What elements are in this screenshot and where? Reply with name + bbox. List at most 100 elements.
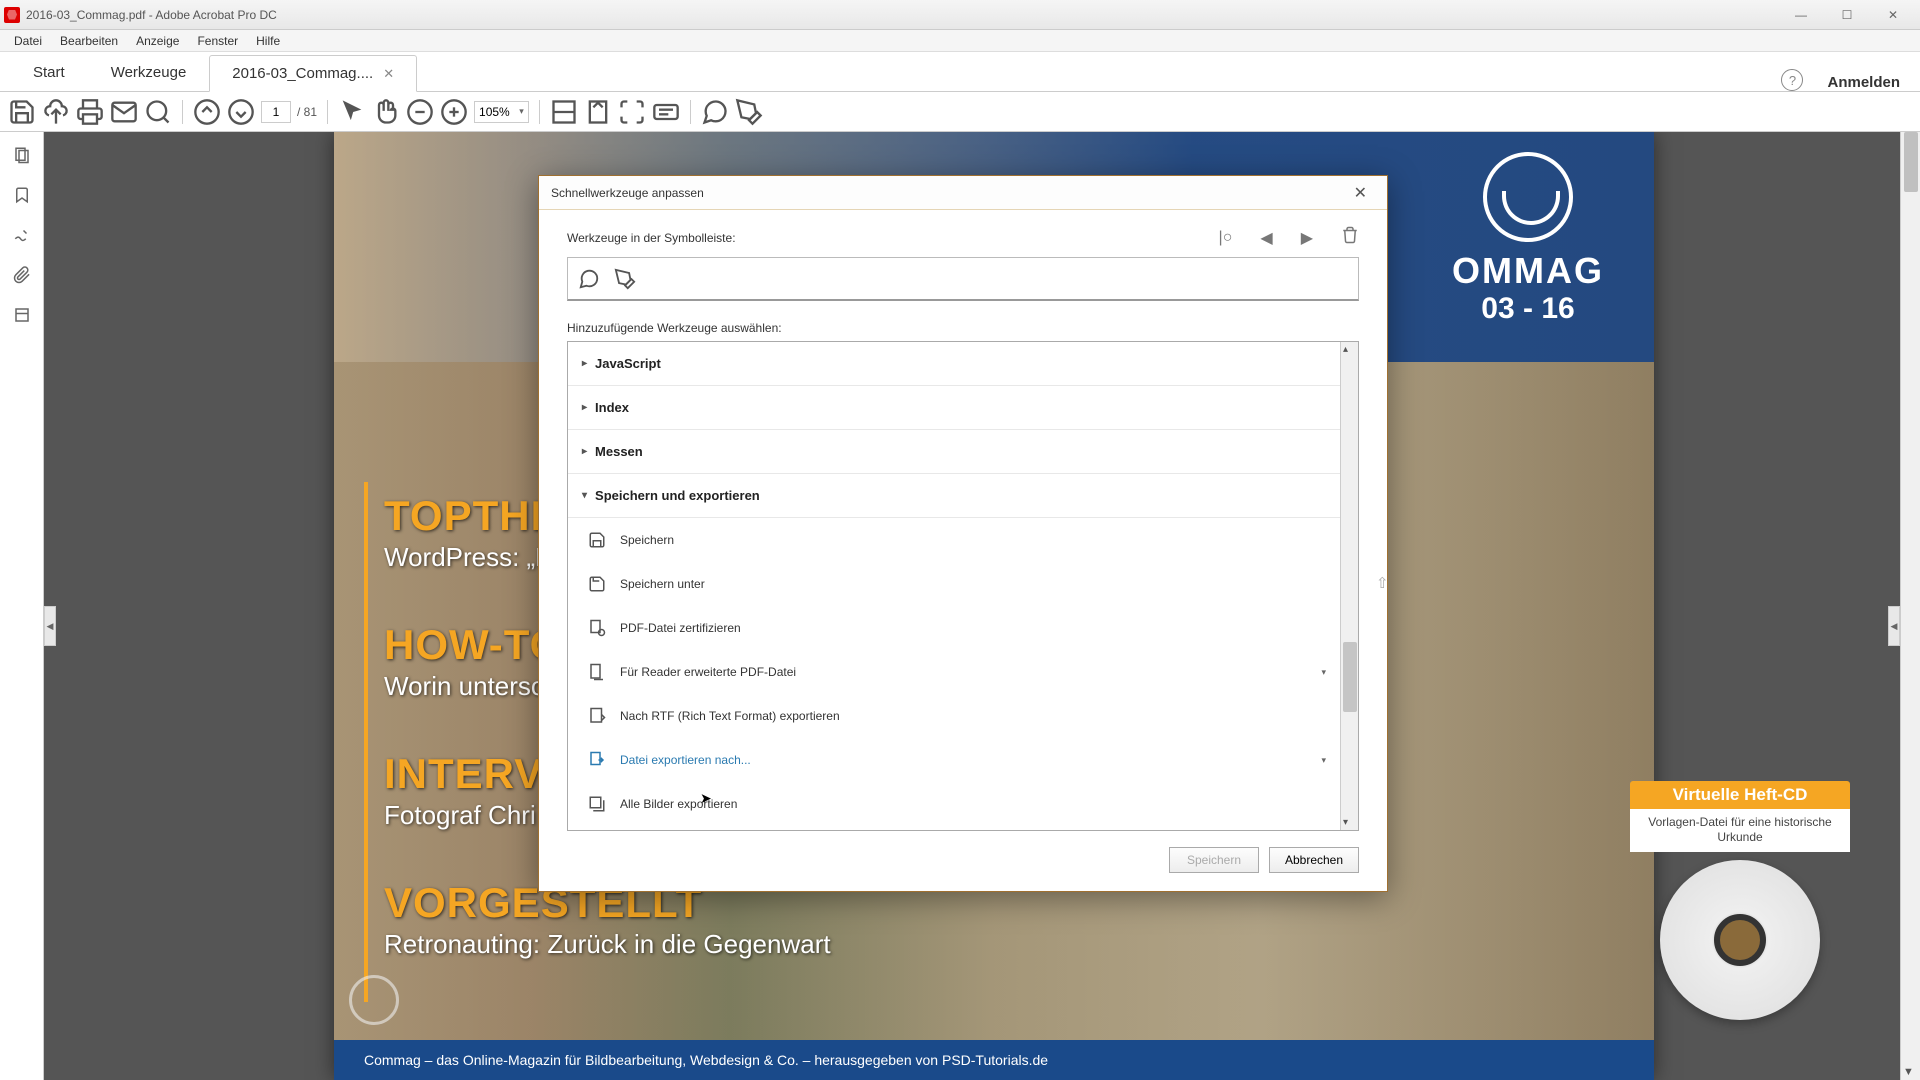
menu-hilfe[interactable]: Hilfe — [248, 32, 288, 50]
page-number-input[interactable] — [261, 101, 291, 123]
add-tools-label: Hinzuzufügende Werkzeuge auswählen: — [567, 321, 1359, 335]
menu-fenster[interactable]: Fenster — [189, 32, 246, 50]
scroll-thumb[interactable] — [1904, 132, 1918, 192]
cloud-icon[interactable] — [42, 98, 70, 126]
left-nav-rail — [0, 132, 44, 1080]
scroll-down-icon[interactable]: ▾ — [1343, 817, 1348, 828]
maximize-button[interactable]: ☐ — [1824, 0, 1870, 30]
highlight-icon[interactable] — [735, 98, 763, 126]
layers-icon[interactable] — [13, 306, 31, 324]
hand-tool-icon[interactable] — [372, 98, 400, 126]
minimize-button[interactable]: — — [1778, 0, 1824, 30]
save-button[interactable]: Speichern — [1169, 847, 1259, 873]
save-icon[interactable] — [8, 98, 36, 126]
toolbar-tools-label: Werkzeuge in der Symbolleiste: — [567, 231, 736, 245]
scroll-up-icon[interactable]: ▴ — [1343, 344, 1348, 355]
logo-icon — [1483, 152, 1573, 242]
cancel-button[interactable]: Abbrechen — [1269, 847, 1359, 873]
menu-datei[interactable]: Datei — [6, 32, 50, 50]
item-rtf-export[interactable]: Nach RTF (Rich Text Format) exportieren — [568, 694, 1340, 738]
tab-start[interactable]: Start — [10, 54, 88, 91]
signatures-icon[interactable] — [13, 226, 31, 244]
fit-page-icon[interactable] — [584, 98, 612, 126]
menu-bearbeiten[interactable]: Bearbeiten — [52, 32, 126, 50]
thumbnails-icon[interactable] — [13, 146, 31, 164]
vertical-scrollbar[interactable]: ▲ ▼ — [1900, 132, 1920, 1080]
delete-icon[interactable] — [1341, 226, 1359, 249]
signin-link[interactable]: Anmelden — [1817, 74, 1910, 91]
cd-disc-icon — [1660, 860, 1820, 1020]
item-reader-erweitert[interactable]: Für Reader erweiterte PDF-Datei ▾ — [568, 650, 1340, 694]
item-pdf-zertifizieren[interactable]: PDF-Datei zertifizieren — [568, 606, 1340, 650]
chevron-down-icon: ▾ — [582, 490, 587, 501]
read-mode-icon[interactable] — [652, 98, 680, 126]
logo-text: OMMAG — [1452, 250, 1604, 292]
category-javascript[interactable]: ▸JavaScript — [568, 342, 1340, 386]
main-toolbar: / 81 105% — [0, 92, 1920, 132]
page-up-icon[interactable] — [193, 98, 221, 126]
save-icon — [588, 531, 606, 549]
expand-right-icon[interactable]: ◀ — [1888, 606, 1900, 646]
menu-bar: Datei Bearbeiten Anzeige Fenster Hilfe — [0, 30, 1920, 52]
current-tools-strip[interactable] — [567, 257, 1359, 301]
insert-separator-icon[interactable]: |○ — [1219, 229, 1233, 247]
customize-tools-dialog: Schnellwerkzeuge anpassen ✕ Werkzeuge in… — [538, 175, 1388, 892]
save-as-icon — [588, 575, 606, 593]
category-messen[interactable]: ▸Messen — [568, 430, 1340, 474]
highlight-tool-icon[interactable] — [614, 268, 636, 290]
item-speichern[interactable]: Speichern — [568, 518, 1340, 562]
add-to-toolbar-icon[interactable]: ⇧ — [1376, 574, 1400, 598]
zoom-in-icon[interactable] — [440, 98, 468, 126]
page-down-icon[interactable] — [227, 98, 255, 126]
fullscreen-icon[interactable] — [618, 98, 646, 126]
section-sub: Retronauting: Zurück in die Gegenwart — [384, 929, 831, 960]
collapse-left-icon[interactable]: ◀ — [44, 606, 56, 646]
zoom-out-icon[interactable] — [406, 98, 434, 126]
tab-document[interactable]: 2016-03_Commag.... ✕ — [209, 55, 417, 92]
help-icon[interactable]: ? — [1781, 69, 1803, 91]
tab-werkzeuge[interactable]: Werkzeuge — [88, 54, 210, 91]
category-index[interactable]: ▸Index — [568, 386, 1340, 430]
item-datei-exportieren-nach[interactable]: Datei exportieren nach... ▾ — [568, 738, 1340, 782]
tab-close-icon[interactable]: ✕ — [383, 66, 394, 82]
mail-icon[interactable] — [110, 98, 138, 126]
bookmarks-icon[interactable] — [13, 186, 31, 204]
tab-document-label: 2016-03_Commag.... — [232, 65, 373, 82]
comment-tool-icon[interactable] — [578, 268, 600, 290]
list-scrollbar[interactable]: ▴ ▾ — [1340, 342, 1358, 830]
fit-width-icon[interactable] — [550, 98, 578, 126]
certify-icon — [588, 619, 606, 637]
export-file-icon — [588, 751, 606, 769]
submenu-arrow-icon: ▾ — [1321, 667, 1326, 678]
move-left-icon[interactable]: ◀ — [1260, 228, 1272, 248]
item-alle-bilder-exportieren[interactable]: Alle Bilder exportieren — [568, 782, 1340, 826]
window-title: 2016-03_Commag.pdf - Adobe Acrobat Pro D… — [26, 8, 1778, 22]
chevron-right-icon: ▸ — [582, 358, 587, 369]
cd-subtitle: Vorlagen-Datei für eine historische Urku… — [1630, 809, 1850, 852]
cd-box: Virtuelle Heft-CD Vorlagen-Datei für ein… — [1630, 781, 1850, 1020]
category-speichern-exportieren[interactable]: ▾Speichern und exportieren — [568, 474, 1340, 518]
print-icon[interactable] — [76, 98, 104, 126]
dialog-close-icon[interactable]: ✕ — [1346, 179, 1375, 207]
comment-icon[interactable] — [701, 98, 729, 126]
cd-title: Virtuelle Heft-CD — [1630, 781, 1850, 809]
app-icon — [4, 7, 20, 23]
search-icon[interactable] — [144, 98, 172, 126]
zoom-select[interactable]: 105% — [474, 101, 529, 123]
close-window-button[interactable]: ✕ — [1870, 0, 1916, 30]
scroll-thumb[interactable] — [1343, 642, 1357, 712]
window-titlebar: 2016-03_Commag.pdf - Adobe Acrobat Pro D… — [0, 0, 1920, 30]
export-images-icon — [588, 795, 606, 813]
scroll-down-icon[interactable]: ▼ — [1903, 1066, 1914, 1078]
reader-extend-icon — [588, 663, 606, 681]
watermark-icon — [344, 970, 404, 1030]
selection-tool-icon[interactable] — [338, 98, 366, 126]
logo-subtitle: 03 - 16 — [1452, 292, 1604, 326]
item-speichern-unter[interactable]: Speichern unter — [568, 562, 1340, 606]
menu-anzeige[interactable]: Anzeige — [128, 32, 187, 50]
attachments-icon[interactable] — [13, 266, 31, 284]
page-footer: Commag – das Online-Magazin für Bildbear… — [334, 1040, 1654, 1080]
submenu-arrow-icon: ▾ — [1321, 755, 1326, 766]
chevron-right-icon: ▸ — [582, 446, 587, 457]
move-right-icon[interactable]: ▶ — [1301, 228, 1313, 248]
